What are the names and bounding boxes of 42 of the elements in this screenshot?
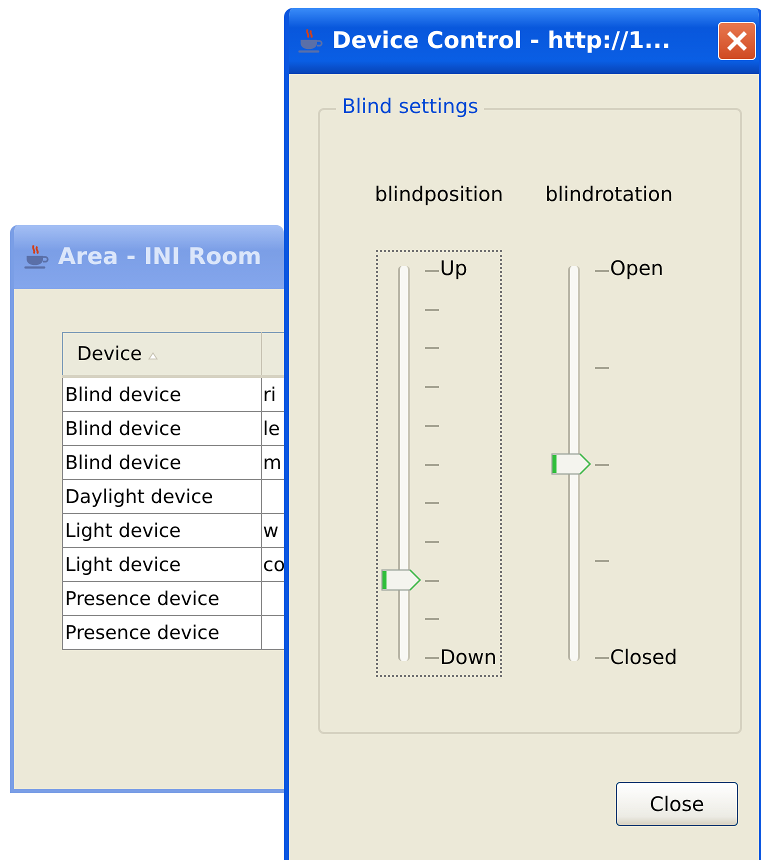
tick-mark <box>425 347 439 350</box>
table-cell: Presence device <box>62 582 262 616</box>
slider-thumb[interactable] <box>380 568 422 592</box>
tick-mark <box>425 502 439 504</box>
window-title: Device Control - http://1... <box>332 28 670 54</box>
tick-mark <box>425 386 439 388</box>
slider-top-label: Open <box>610 256 664 280</box>
table-cell: Light device <box>62 548 262 582</box>
tick-mark <box>425 464 439 466</box>
column-header-text: Device <box>77 343 142 365</box>
tick-mark <box>595 270 609 272</box>
coffee-cup-icon <box>22 243 50 271</box>
close-button[interactable]: Close <box>616 782 738 826</box>
slider-bottom-label: Closed <box>610 645 678 669</box>
tick-mark <box>425 580 439 582</box>
slider-top-label: Up <box>440 256 468 280</box>
tick-mark <box>595 560 609 562</box>
coffee-cup-icon <box>296 27 324 55</box>
column-header[interactable]: Device <box>62 332 262 376</box>
table-cell: Light device <box>62 514 262 548</box>
table-cell: Blind device <box>62 412 262 446</box>
slider-thumb[interactable] <box>550 452 592 476</box>
slider-label: blindposition <box>374 182 504 206</box>
vertical-slider[interactable]: Up Down <box>376 250 502 677</box>
table-cell: Presence device <box>62 616 262 650</box>
slider-label: blindrotation <box>545 182 673 206</box>
tick-mark <box>425 308 439 311</box>
slider-bottom-label: Down <box>440 645 497 669</box>
tick-mark <box>425 540 439 543</box>
tick-mark <box>595 366 609 369</box>
table-cell: Daylight device <box>62 480 262 514</box>
tick-mark <box>425 657 439 659</box>
tick-mark <box>595 464 609 466</box>
window-title: Area - INI Room <box>58 244 262 270</box>
close-icon[interactable] <box>718 22 756 60</box>
tick-mark <box>425 424 439 427</box>
table-cell: Blind device <box>62 376 262 412</box>
table-cell: Blind device <box>62 446 262 480</box>
tick-mark <box>425 618 439 620</box>
tick-mark <box>425 270 439 272</box>
column-header[interactable] <box>262 332 284 376</box>
tick-mark <box>595 657 609 659</box>
